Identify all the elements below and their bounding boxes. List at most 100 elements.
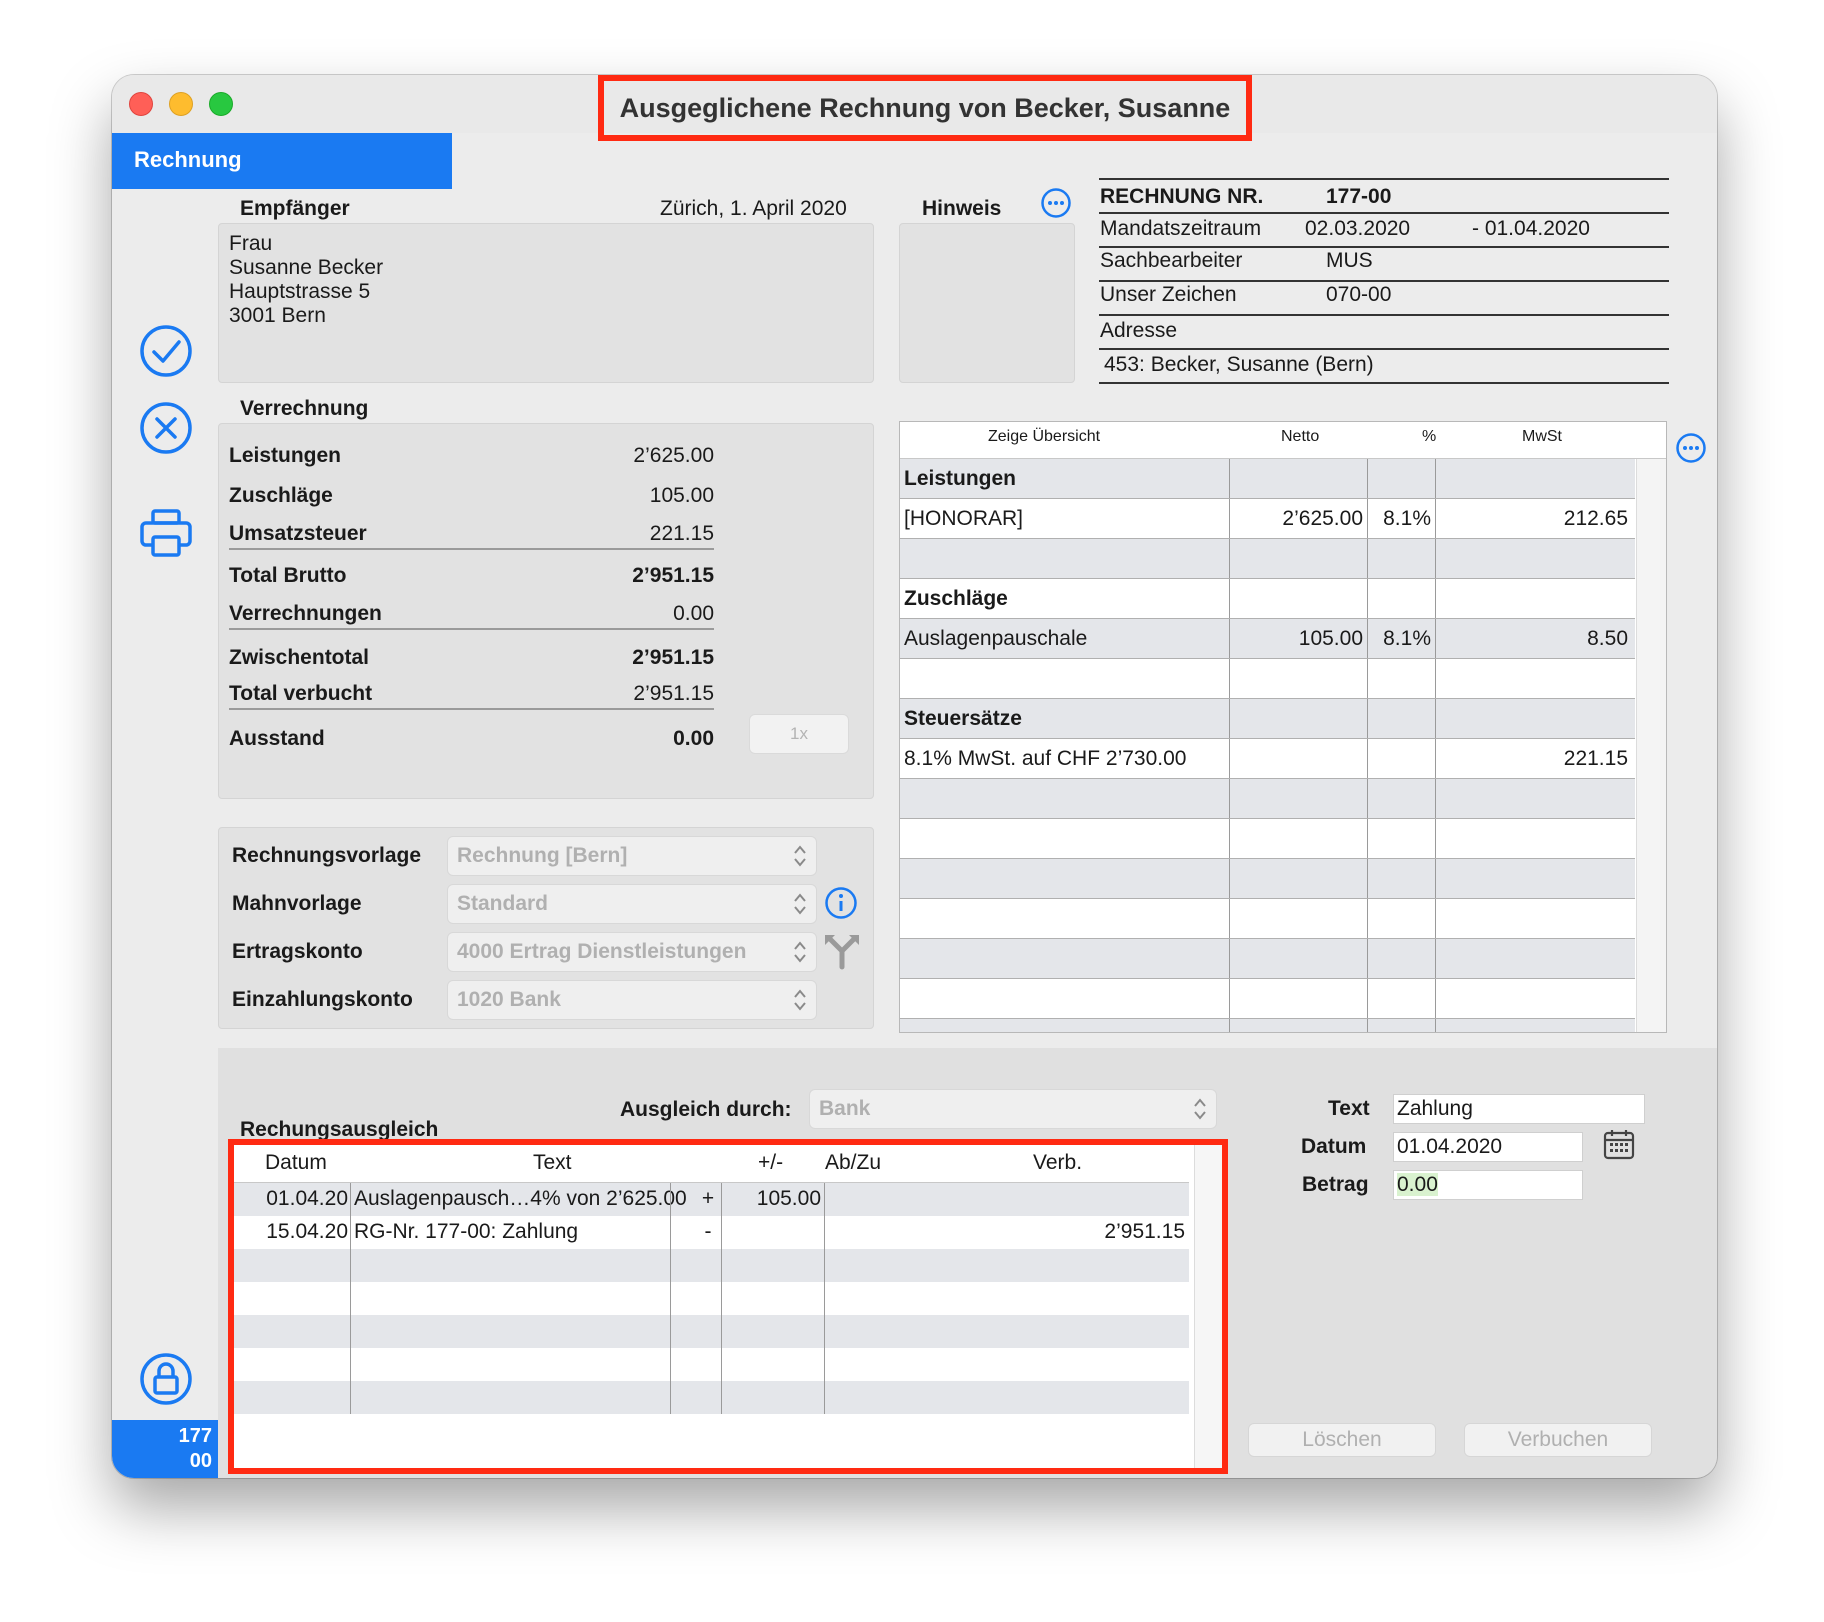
settlement-header-cell[interactable]: +/- [758, 1151, 783, 1175]
overview-row[interactable] [900, 819, 1635, 859]
overview-row[interactable]: Leistungen [900, 459, 1635, 499]
billing-row-total-brutto: Total Brutto 2’951.15 [229, 554, 714, 590]
column-divider [1229, 459, 1230, 499]
overview-row[interactable]: Auslagenpauschale 105.00 8.1% 8.50 [900, 619, 1635, 659]
settlement-via-label: Ausgleich durch: [620, 1098, 792, 1121]
info-icon[interactable] [824, 886, 858, 920]
settlement-via-select[interactable]: Bank [809, 1089, 1217, 1129]
overview-row[interactable]: Zuschläge [900, 579, 1635, 619]
column-divider [824, 1249, 825, 1282]
billing-heading: Verrechnung [240, 397, 369, 420]
overview-cell-c3: 221.15 [1563, 747, 1628, 770]
overview-row[interactable]: [HONORAR] 2’625.00 8.1% 212.65 [900, 499, 1635, 539]
column-divider [1435, 499, 1436, 539]
delete-button[interactable]: Löschen [1248, 1423, 1436, 1457]
settlement-scrollbar[interactable] [1194, 1145, 1222, 1468]
recipient-address-box[interactable]: Frau Susanne Becker Hauptstrasse 5 3001 … [218, 223, 874, 383]
settlement-row[interactable] [234, 1381, 1189, 1414]
column-divider [1435, 699, 1436, 739]
settlement-row[interactable] [234, 1249, 1189, 1282]
close-window-button[interactable] [129, 92, 153, 116]
overview-header-cell[interactable]: Zeige Übersicht [988, 428, 1100, 446]
clerk-label: Sachbearbeiter [1100, 249, 1243, 272]
split-arrows-icon[interactable] [822, 931, 862, 971]
billing-row-verrechnungen: Verrechnungen 0.00 [229, 594, 714, 630]
note-more-icon[interactable] [1040, 187, 1072, 219]
billing-row-total-verbucht: Total verbucht 2’951.15 [229, 674, 714, 710]
overview-row[interactable] [900, 899, 1635, 939]
zoom-window-button[interactable] [209, 92, 233, 116]
overview-row[interactable] [900, 1019, 1635, 1032]
overview-header-cell[interactable]: % [1422, 428, 1436, 446]
settlement-header-cell[interactable]: Datum [265, 1151, 327, 1175]
settlement-row[interactable] [234, 1282, 1189, 1315]
tab-rechnung[interactable]: Rechnung [112, 133, 452, 189]
column-divider [824, 1315, 825, 1348]
column-divider [670, 1183, 671, 1216]
settlement-header-cell[interactable]: Text [533, 1151, 572, 1175]
column-divider [350, 1381, 351, 1414]
billing-row-value: 2’625.00 [633, 444, 714, 467]
billing-row-label: Total Brutto [229, 564, 347, 587]
column-divider [1435, 979, 1436, 1019]
billing-row-value: 0.00 [673, 727, 714, 750]
overview-cell-label: Steuersätze [904, 707, 1022, 730]
column-divider [670, 1315, 671, 1348]
overview-more-icon[interactable] [1675, 432, 1707, 464]
overview-scrollbar[interactable] [1636, 459, 1666, 1032]
text-field[interactable]: Zahlung [1393, 1094, 1645, 1124]
print-icon[interactable] [138, 505, 194, 561]
overview-header-cell[interactable]: MwSt [1522, 428, 1562, 446]
lock-icon[interactable] [138, 1351, 194, 1407]
column-divider [350, 1249, 351, 1282]
reference-value: 070-00 [1326, 283, 1392, 306]
overview-row[interactable] [900, 859, 1635, 899]
settlement-row[interactable] [234, 1315, 1189, 1348]
overview-row[interactable] [900, 779, 1635, 819]
column-divider [1229, 979, 1230, 1019]
revenue-account-select-value: 4000 Ertrag Dienstleistungen [457, 940, 747, 963]
settlement-cell-date: 15.04.20 [266, 1220, 348, 1243]
minimize-window-button[interactable] [169, 92, 193, 116]
template-select-value: Rechnung [Bern] [457, 844, 628, 867]
settlement-header-cell[interactable]: Verb. [1033, 1151, 1082, 1175]
date-field[interactable]: 01.04.2020 [1393, 1132, 1583, 1162]
column-divider [721, 1249, 722, 1282]
overview-cell-label: [HONORAR] [904, 507, 1024, 530]
billing-row-value: 0.00 [673, 602, 714, 625]
overview-header-cell[interactable]: Netto [1281, 428, 1319, 446]
billing-row-zuschlaege: Zuschläge 105.00 [229, 474, 714, 510]
overview-table: Zeige Übersicht Netto % MwSt Leistungen [… [899, 421, 1667, 1033]
column-divider [350, 1348, 351, 1381]
one-x-button[interactable]: 1x [749, 714, 849, 754]
settlement-row[interactable] [234, 1348, 1189, 1381]
settlement-row[interactable]: 01.04.20 Auslagenpausch…4% von 2’625.00 +1… [234, 1183, 1189, 1216]
deposit-account-select[interactable]: 1020 Bank [447, 980, 817, 1020]
overview-row[interactable] [900, 539, 1635, 579]
amount-field-label: Betrag [1302, 1173, 1369, 1196]
settlement-row[interactable]: 15.04.20 RG-Nr. 177-00: Zahlung -2’951.15 [234, 1216, 1189, 1249]
overview-row[interactable] [900, 659, 1635, 699]
confirm-check-icon[interactable] [138, 323, 194, 379]
settlement-header-cell[interactable]: Ab/Zu [825, 1151, 881, 1175]
info-divider [1099, 280, 1669, 282]
overview-row[interactable]: 8.1% MwSt. auf CHF 2’730.00 221.15 [900, 739, 1635, 779]
column-divider [824, 1183, 825, 1216]
deposit-account-label: Einzahlungskonto [232, 988, 413, 1011]
calendar-icon[interactable] [1602, 1127, 1636, 1161]
column-divider [1435, 859, 1436, 899]
cancel-x-icon[interactable] [138, 400, 194, 456]
revenue-account-select[interactable]: 4000 Ertrag Dienstleistungen [447, 932, 817, 972]
mandate-to: - 01.04.2020 [1472, 217, 1590, 240]
column-divider [1367, 619, 1368, 659]
reminder-select[interactable]: Standard [447, 884, 817, 924]
note-box[interactable] [899, 223, 1075, 383]
book-button[interactable]: Verbuchen [1464, 1423, 1652, 1457]
overview-row[interactable] [900, 979, 1635, 1019]
template-select[interactable]: Rechnung [Bern] [447, 836, 817, 876]
column-divider [1367, 1019, 1368, 1032]
billing-row-label: Total verbucht [229, 682, 373, 705]
overview-row[interactable]: Steuersätze [900, 699, 1635, 739]
amount-field[interactable]: 0.00 [1393, 1170, 1583, 1200]
overview-row[interactable] [900, 939, 1635, 979]
